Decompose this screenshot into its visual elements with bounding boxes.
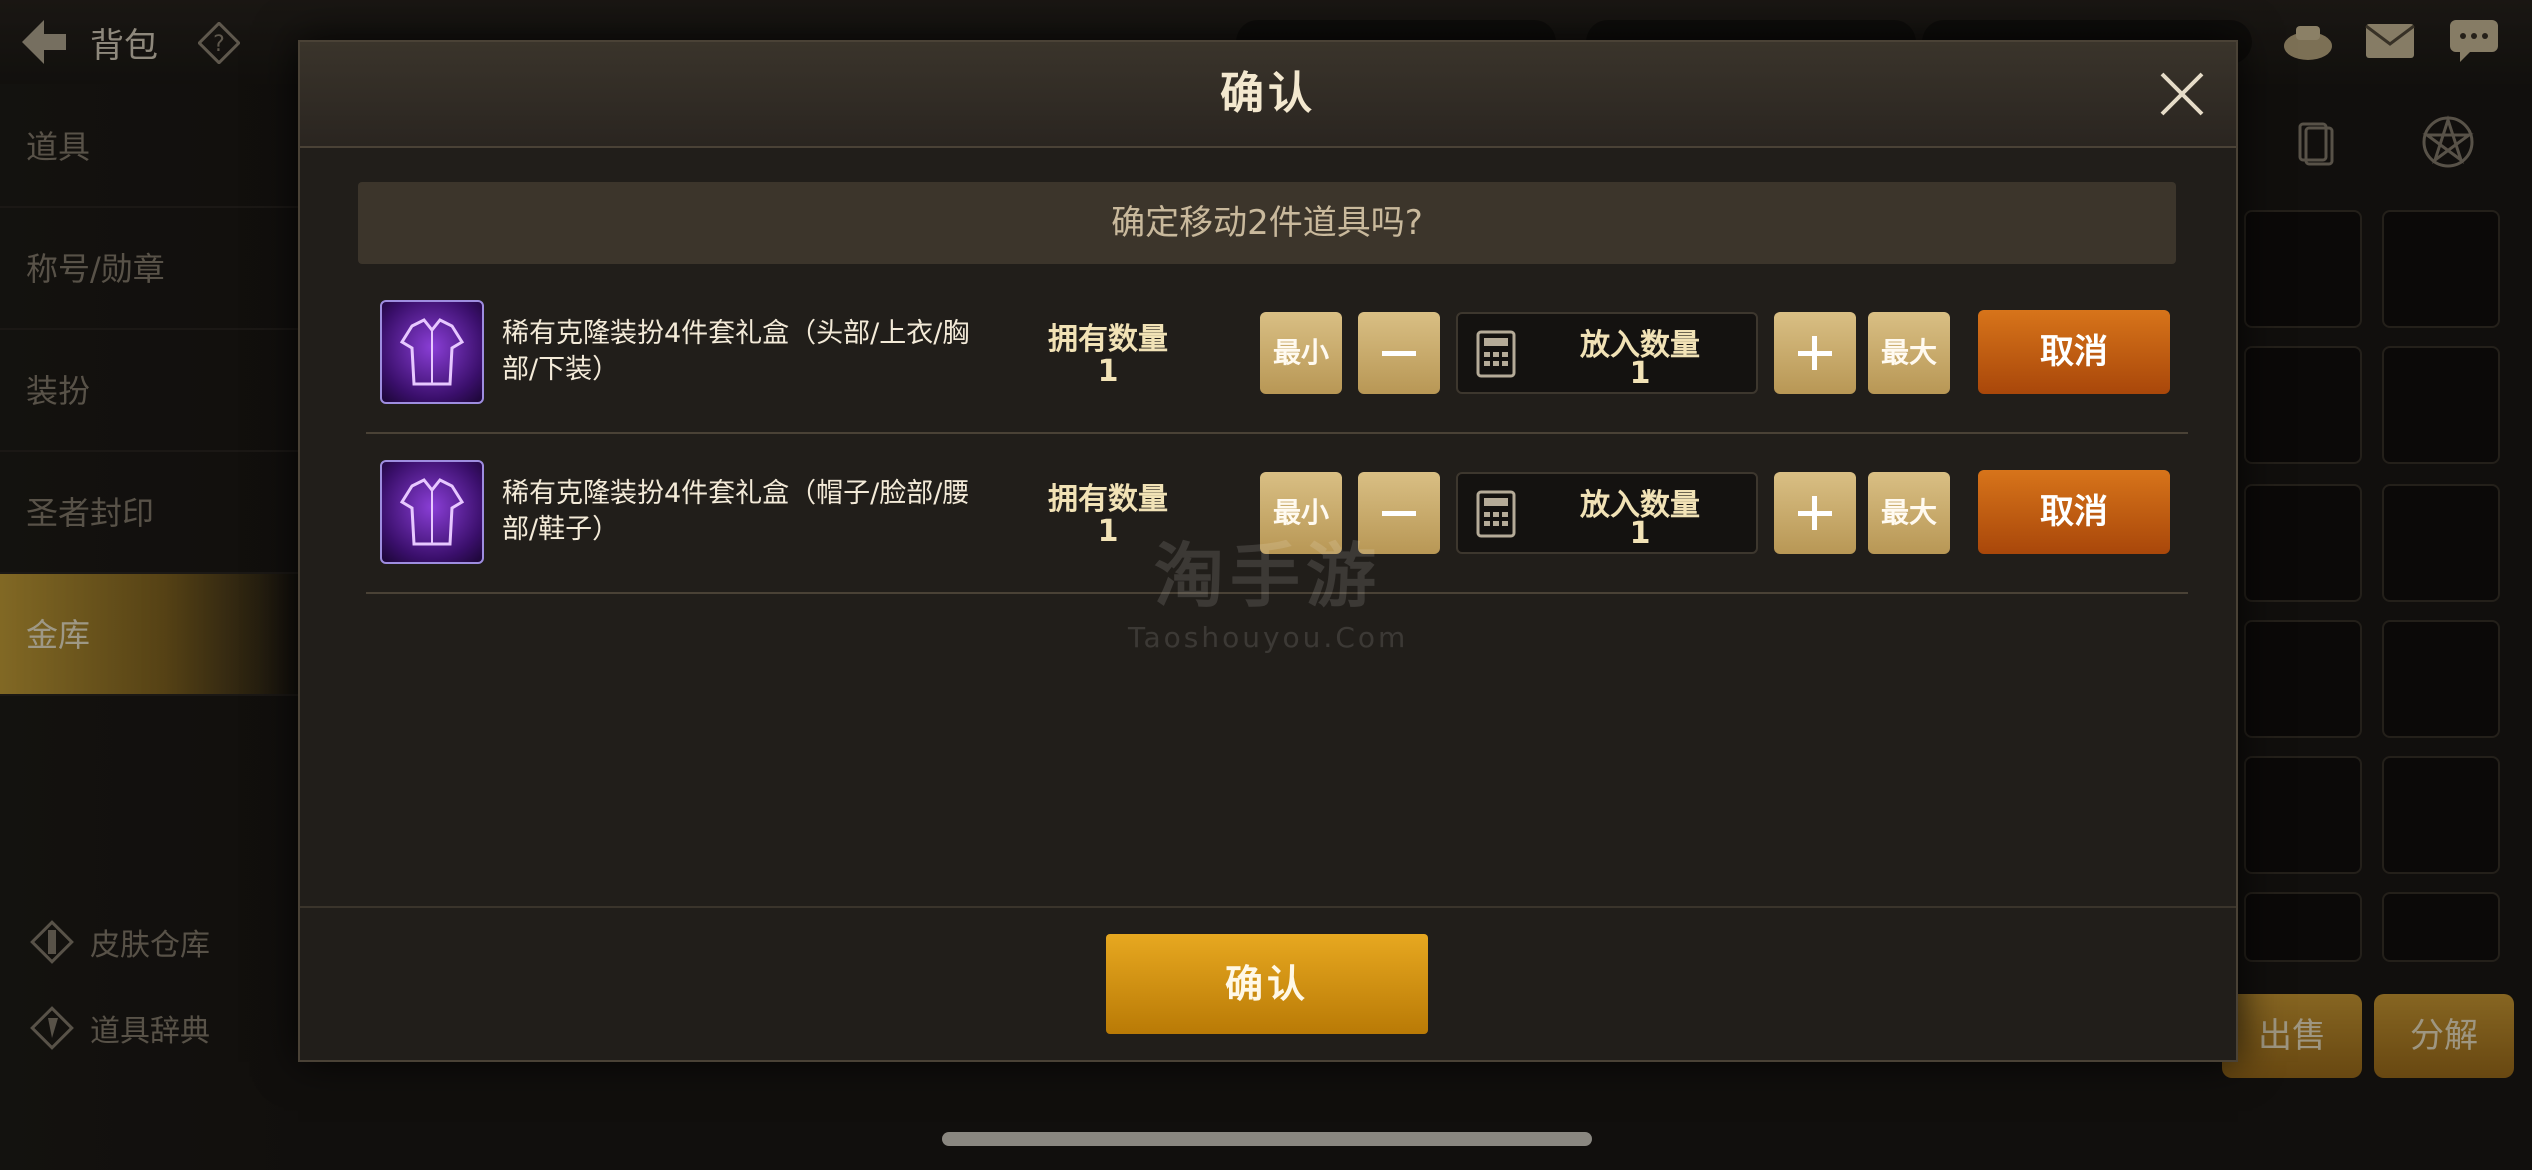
confirm-question: 确定移动2件道具吗? xyxy=(358,182,2176,264)
calculator-icon[interactable] xyxy=(1476,330,1516,378)
decrease-button[interactable] xyxy=(1358,312,1440,394)
minus-icon xyxy=(1382,351,1416,356)
item-name: 稀有克隆装扮4件套礼盒（头部/上衣/胸部/下装） xyxy=(502,318,970,385)
calculator-icon[interactable] xyxy=(1476,490,1516,538)
cancel-button[interactable]: 取消 xyxy=(1978,470,2170,554)
dialog-title: 确认 xyxy=(1220,68,1316,119)
item-row: 稀有克隆装扮4件套礼盒（头部/上衣/胸部/下装） 拥有数量 1 最小 放入数量 … xyxy=(366,274,2188,434)
own-count-value: 1 xyxy=(1097,354,1119,389)
quantity-input[interactable]: 放入数量 1 xyxy=(1456,312,1758,394)
own-count-label: 拥有数量 xyxy=(1048,482,1168,517)
own-count-label: 拥有数量 xyxy=(1048,322,1168,357)
increase-button[interactable] xyxy=(1774,312,1856,394)
max-button[interactable]: 最大 xyxy=(1868,472,1950,554)
home-indicator[interactable] xyxy=(942,1132,1592,1146)
gift-box-costume-icon xyxy=(380,460,484,564)
max-button[interactable]: 最大 xyxy=(1868,312,1950,394)
close-icon[interactable] xyxy=(2154,66,2210,122)
plus-icon xyxy=(1798,336,1832,370)
cancel-button[interactable]: 取消 xyxy=(1978,310,2170,394)
quantity-input[interactable]: 放入数量 1 xyxy=(1456,472,1758,554)
watermark-url: Taoshouyou.Com xyxy=(1128,621,1409,654)
gift-box-costume-icon xyxy=(380,300,484,404)
footer-divider xyxy=(300,906,2236,908)
confirm-button[interactable]: 确认 xyxy=(1106,934,1428,1034)
watermark: 淘手游 Taoshouyou.Com xyxy=(1128,520,1408,654)
item-name: 稀有克隆装扮4件套礼盒（帽子/脸部/腰部/鞋子） xyxy=(502,478,970,545)
put-count-value: 1 xyxy=(1629,356,1651,391)
watermark-logo-text: 淘手游 xyxy=(1154,535,1382,617)
put-count-value: 1 xyxy=(1629,516,1651,551)
min-button[interactable]: 最小 xyxy=(1260,312,1342,394)
plus-icon xyxy=(1798,496,1832,530)
increase-button[interactable] xyxy=(1774,472,1856,554)
